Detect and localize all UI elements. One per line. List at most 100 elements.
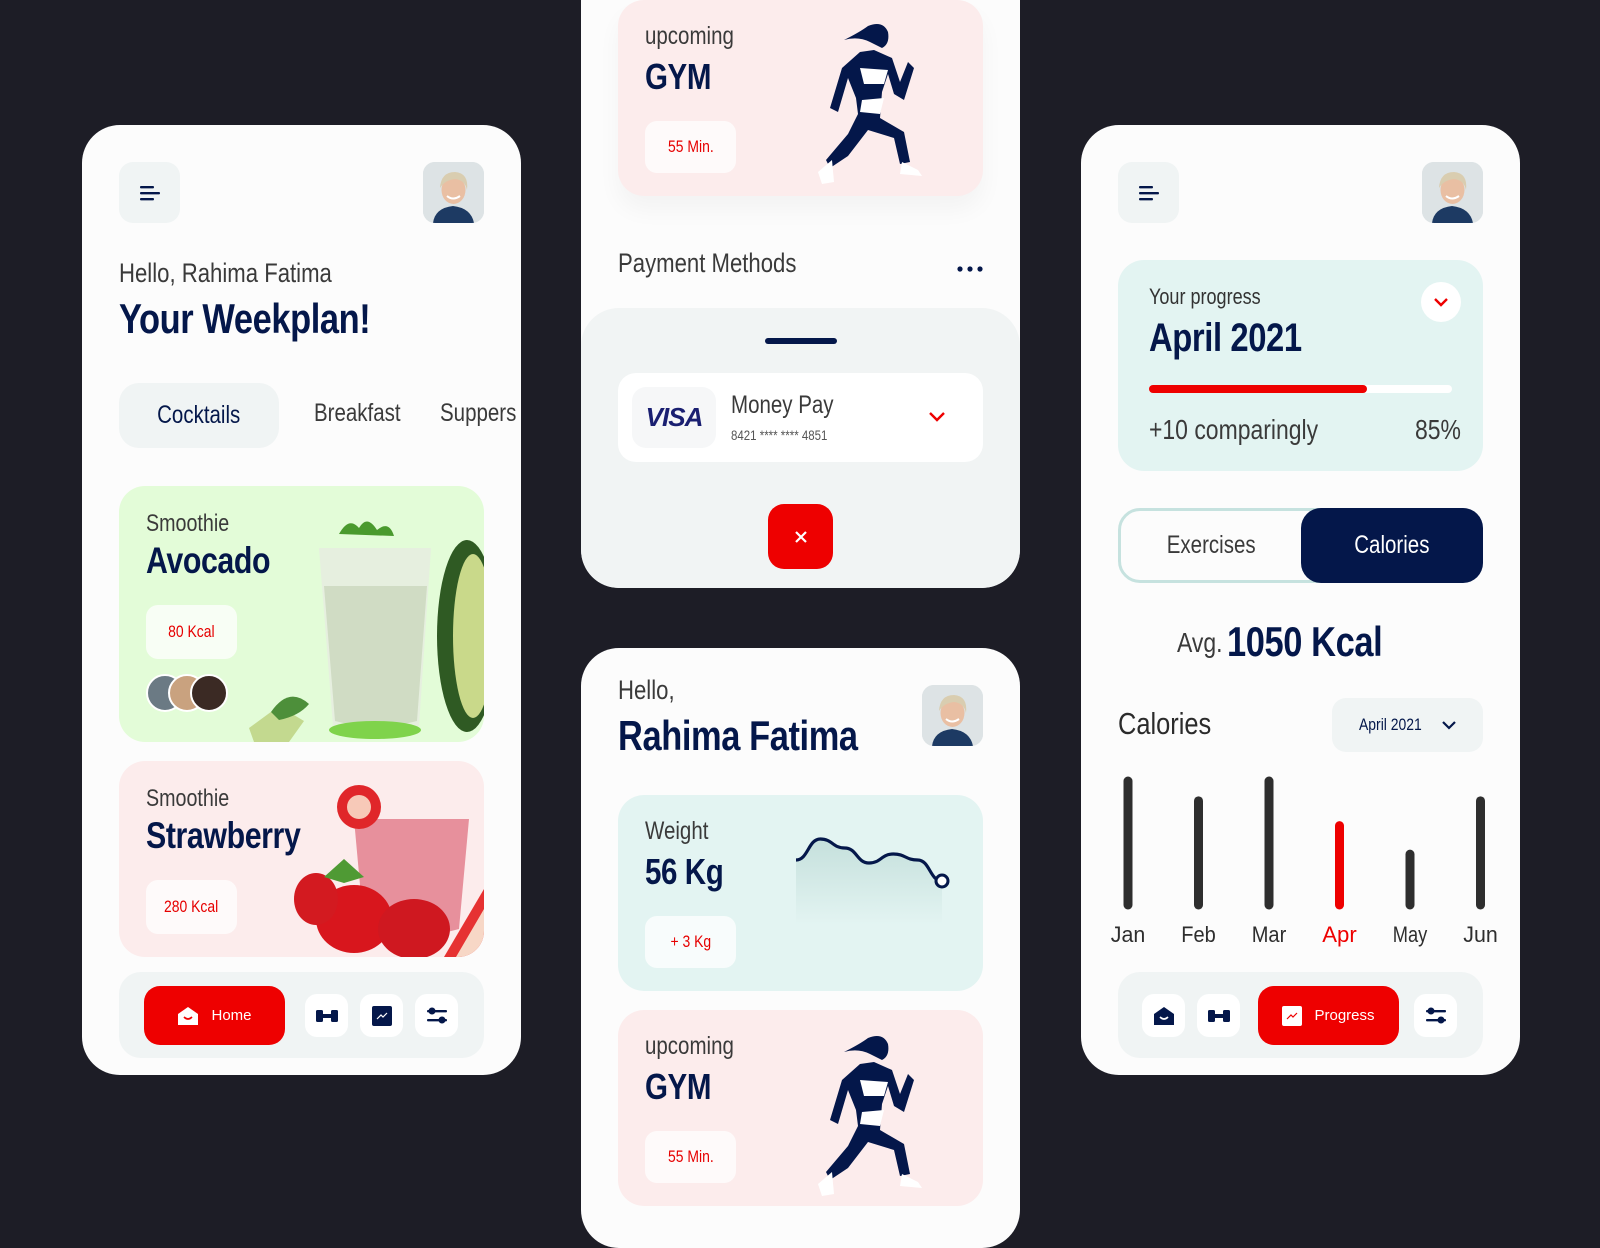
card-title: GYM xyxy=(645,1066,712,1107)
greeting: Hello, xyxy=(618,675,675,705)
tab-breakfast[interactable]: Breakfast xyxy=(314,399,420,428)
tick-label-feb: Feb xyxy=(1181,922,1216,947)
card-title: GYM xyxy=(645,56,712,97)
card-number: 8421 **** **** 4851 xyxy=(731,427,828,443)
nav-home-label: Home xyxy=(211,1007,252,1024)
nav-progress-label: Progress xyxy=(1314,1007,1375,1024)
progress-percent: 85% xyxy=(1415,414,1461,445)
runner-illustration xyxy=(818,24,922,184)
nav-home-button[interactable] xyxy=(1142,994,1185,1037)
chart-icon xyxy=(371,1005,392,1026)
card-label: upcoming xyxy=(645,22,734,50)
weekplan-screen: Hello, Rahima Fatima Your Weekplan! Cock… xyxy=(82,125,521,1075)
bottom-nav: Progress xyxy=(1118,972,1483,1058)
drag-handle[interactable] xyxy=(765,338,837,344)
avg-value: 1050 Kcal xyxy=(1227,618,1383,665)
tick-label-may: May xyxy=(1393,922,1428,947)
payment-sheet: VISA Money Pay 8421 **** **** 4851 xyxy=(581,308,1020,588)
progress-month: April 2021 xyxy=(1149,316,1302,360)
weight-value: 56 Kg xyxy=(645,851,724,892)
metric-toggle: Exercises Calories xyxy=(1118,508,1483,583)
participant-avatars xyxy=(146,674,236,716)
tick-label-apr: Apr xyxy=(1322,922,1357,947)
avatar[interactable] xyxy=(1422,162,1483,223)
avatar xyxy=(190,674,228,712)
upcoming-gym-card[interactable]: upcoming GYM 55 Min. xyxy=(618,0,983,196)
menu-button[interactable] xyxy=(119,162,180,223)
nav-home-button[interactable]: Home xyxy=(144,986,285,1045)
tick-label-jun: Jun xyxy=(1463,922,1498,947)
progress-card: Your progress April 2021 +10 comparingly… xyxy=(1118,260,1483,471)
nav-settings-button[interactable] xyxy=(415,994,458,1037)
month-select[interactable]: April 2021 xyxy=(1332,698,1483,752)
payment-screen: upcoming GYM 55 Min. Payment Methods VIS… xyxy=(581,0,1020,588)
bottom-nav: Home xyxy=(119,972,484,1058)
smoothie-card-strawberry[interactable]: Smoothie Strawberry 280 Kcal xyxy=(119,761,484,957)
progress-label: Your progress xyxy=(1149,284,1261,309)
tick-label-jan: Jan xyxy=(1111,922,1146,947)
calories-bar-chart: Jan Feb Mar Apr May Jun xyxy=(1111,776,1498,947)
avatar[interactable] xyxy=(922,685,983,746)
card-category: Smoothie xyxy=(146,510,230,537)
menu-icon xyxy=(139,185,160,200)
close-icon xyxy=(794,530,807,543)
strawberry-smoothie-image xyxy=(294,785,484,957)
avg-label: Avg. xyxy=(1177,627,1223,658)
tab-suppers[interactable]: Suppers xyxy=(440,399,521,428)
progress-bar-fill xyxy=(1149,385,1368,393)
page-title: Your Weekplan! xyxy=(119,295,371,342)
duration-badge: 55 Min. xyxy=(645,121,736,173)
card-label: upcoming xyxy=(645,1032,734,1060)
user-name: Rahima Fatima xyxy=(618,712,858,759)
profile-screen: Hello, Rahima Fatima Weight 56 Kg + 3 Kg… xyxy=(581,648,1020,1248)
payment-card-select[interactable]: VISA Money Pay 8421 **** **** 4851 xyxy=(618,373,983,462)
card-name: Money Pay xyxy=(731,391,834,419)
dumbbell-icon xyxy=(315,1009,338,1022)
chart-icon xyxy=(1282,1005,1303,1026)
chevron-down-icon xyxy=(1441,721,1456,730)
nav-workouts-button[interactable] xyxy=(305,994,348,1037)
duration-badge: 55 Min. xyxy=(645,1131,736,1183)
dumbbell-icon xyxy=(1207,1009,1230,1022)
home-icon xyxy=(1153,1006,1174,1025)
more-dots-icon xyxy=(957,266,983,272)
runner-illustration xyxy=(818,1036,922,1196)
month-dropdown-button[interactable] xyxy=(1421,282,1461,322)
nav-progress-button[interactable]: Progress xyxy=(1258,986,1399,1045)
section-title: Payment Methods xyxy=(618,248,797,278)
smoothie-card-avocado[interactable]: Smoothie Avocado 80 Kcal xyxy=(119,486,484,742)
weight-change-badge: + 3 Kg xyxy=(645,916,736,968)
weight-trend-chart xyxy=(795,837,950,925)
nav-workouts-button[interactable] xyxy=(1197,994,1240,1037)
progress-screen: Your progress April 2021 +10 comparingly… xyxy=(1081,125,1520,1075)
visa-logo: VISA xyxy=(632,387,716,448)
menu-button[interactable] xyxy=(1118,162,1179,223)
greeting: Hello, Rahima Fatima xyxy=(119,258,332,288)
close-button[interactable] xyxy=(768,504,833,569)
home-icon xyxy=(178,1006,199,1025)
nav-progress-button[interactable] xyxy=(360,994,403,1037)
weight-label: Weight xyxy=(645,817,709,845)
chevron-down-icon xyxy=(1434,298,1448,307)
upcoming-gym-card[interactable]: upcoming GYM 55 Min. xyxy=(618,1010,983,1206)
weight-area xyxy=(796,839,942,925)
toggle-exercises[interactable]: Exercises xyxy=(1121,511,1301,580)
nav-settings-button[interactable] xyxy=(1414,994,1457,1037)
more-button[interactable] xyxy=(957,260,983,272)
weight-point[interactable] xyxy=(934,873,950,889)
avatar[interactable] xyxy=(423,162,484,223)
progress-bar xyxy=(1149,385,1452,393)
weight-card[interactable]: Weight 56 Kg + 3 Kg xyxy=(618,795,983,991)
settings-sliders-icon xyxy=(1425,1007,1446,1023)
toggle-calories[interactable]: Calories xyxy=(1301,508,1483,583)
tab-cocktails[interactable]: Cocktails xyxy=(119,383,279,448)
tick-label-mar: Mar xyxy=(1252,922,1287,947)
avocado-smoothie-image xyxy=(249,521,484,742)
card-category: Smoothie xyxy=(146,785,230,812)
menu-icon xyxy=(1138,185,1159,200)
kcal-badge: 80 Kcal xyxy=(146,605,237,659)
kcal-badge: 280 Kcal xyxy=(146,880,237,934)
settings-sliders-icon xyxy=(426,1007,447,1023)
chevron-down-icon[interactable] xyxy=(928,411,946,423)
progress-comparison: +10 comparingly xyxy=(1149,414,1319,445)
